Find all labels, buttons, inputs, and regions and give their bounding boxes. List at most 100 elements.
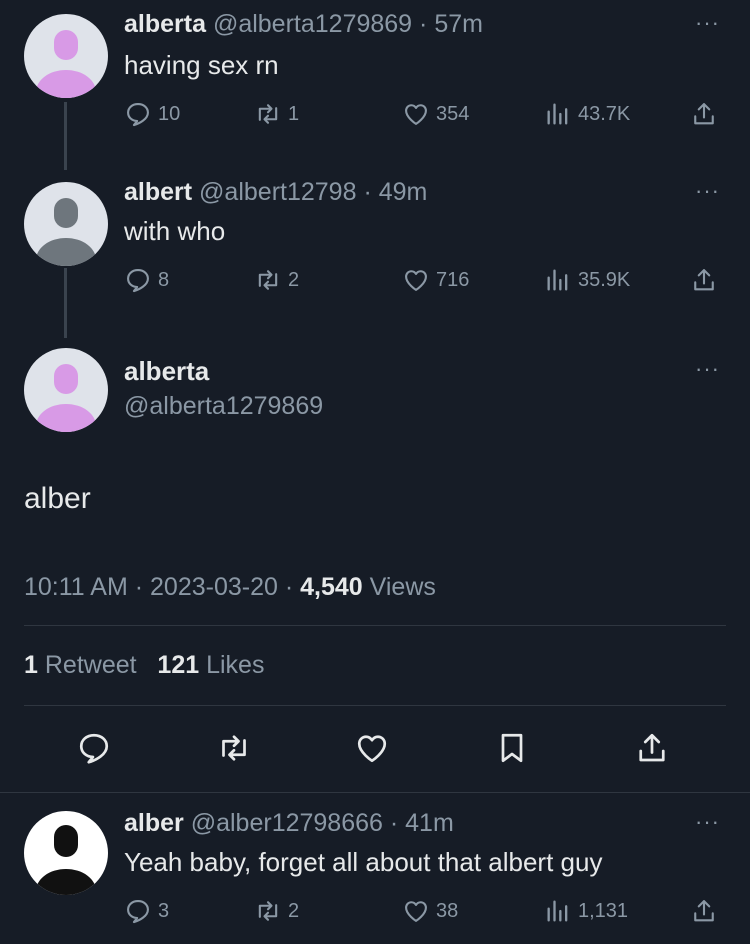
share-button[interactable] [690, 100, 718, 128]
like-count: 354 [436, 102, 470, 125]
retweet-button[interactable]: 2 [254, 897, 299, 925]
divider [24, 705, 726, 706]
retweet-icon [222, 735, 246, 761]
tweet-date[interactable]: 2023-03-20 [150, 573, 278, 601]
display-name[interactable]: albert [124, 178, 192, 206]
like-button[interactable]: 38 [402, 897, 458, 925]
avatar-alber-image [24, 811, 108, 895]
bookmark-icon [501, 733, 523, 763]
timestamp[interactable]: 41m [405, 809, 454, 837]
separator-dot: · [419, 10, 428, 38]
reply-button[interactable]: 8 [124, 266, 169, 294]
more-options-icon[interactable]: ··· [695, 356, 720, 382]
heart-icon [357, 735, 387, 763]
share-icon [694, 103, 714, 125]
retweet-button[interactable]: 2 [254, 266, 299, 294]
retweet-icon [258, 270, 278, 290]
display-name[interactable]: alberta [124, 10, 206, 38]
more-options-icon[interactable]: ··· [695, 809, 720, 835]
user-handle[interactable]: @albert12798 [199, 178, 356, 206]
reply-button[interactable] [76, 730, 112, 766]
separator-dot: · [284, 573, 294, 601]
retweet-icon [258, 901, 278, 921]
like-button[interactable]: 716 [402, 266, 469, 294]
tweet-header: alberta @alberta1279869 · 57m [124, 10, 483, 39]
avatar[interactable] [24, 348, 108, 432]
reply-count: 10 [158, 102, 181, 125]
engagement-stats: 1 Retweet 121 Likes [24, 651, 264, 680]
tweet-actions: 3 2 38 1,131 [124, 897, 724, 931]
views-button[interactable]: 43.7K [544, 100, 630, 128]
tweet-meta: 10:11 AM · 2023-03-20 · 4,540 Views [24, 573, 436, 602]
views-count: 35.9K [578, 268, 631, 291]
tweet-1[interactable]: alberta @alberta1279869 · 57m ··· having… [0, 0, 750, 170]
share-icon [694, 900, 714, 922]
reply-button[interactable]: 3 [124, 897, 169, 925]
user-handle[interactable]: @alberta1279869 [213, 10, 412, 38]
separator-dot: · [134, 573, 144, 601]
like-count: 716 [436, 268, 470, 291]
display-name[interactable]: alberta [124, 356, 209, 387]
avatar[interactable] [24, 811, 108, 895]
views-button[interactable]: 1,131 [544, 897, 628, 925]
reply-count: 8 [158, 268, 170, 291]
reply-icon [127, 900, 149, 924]
like-button[interactable]: 354 [402, 100, 469, 128]
reply-icon [79, 733, 109, 764]
views-count: 43.7K [578, 102, 631, 125]
retweets-label: Retweet [44, 651, 137, 679]
views-icon [547, 103, 568, 125]
timestamp[interactable]: 57m [434, 10, 483, 38]
share-button[interactable] [634, 730, 670, 766]
views-label: Views [369, 573, 436, 601]
tweet-actions: 8 2 716 35.9K [124, 266, 724, 300]
share-icon [694, 269, 714, 291]
tweet-2[interactable]: albert @albert12798 · 49m ··· with who 8… [0, 170, 750, 340]
thread-connector [64, 268, 67, 338]
avatar-alberta-image [24, 348, 108, 432]
retweet-button[interactable]: 1 [254, 100, 299, 128]
timestamp[interactable]: 49m [379, 178, 428, 206]
divider [24, 625, 726, 626]
more-options-icon[interactable]: ··· [695, 178, 720, 204]
views-icon [547, 269, 568, 291]
likes-count: 121 [157, 651, 200, 679]
reply-icon [127, 103, 149, 127]
share-button[interactable] [690, 897, 718, 925]
separator-dot: · [389, 809, 399, 837]
avatar[interactable] [24, 14, 108, 98]
heart-icon [405, 270, 427, 291]
tweet-text: having sex rn [124, 50, 279, 80]
retweet-button[interactable] [216, 730, 252, 766]
avatar-albert-image [24, 182, 108, 266]
likes-label: Likes [206, 651, 265, 679]
reply-icon [127, 269, 149, 293]
thread-connector [64, 102, 67, 170]
reply-tweet[interactable]: alber @alber12798666 · 41m ··· Yeah baby… [0, 793, 750, 944]
user-handle[interactable]: @alberta1279869 [124, 392, 323, 421]
share-button[interactable] [690, 266, 718, 294]
views-button[interactable]: 35.9K [544, 266, 630, 294]
tweet-header: alber @alber12798666 · 41m [124, 809, 454, 838]
tweet-time[interactable]: 10:11 AM [24, 573, 128, 601]
bookmark-button[interactable] [494, 730, 530, 766]
reply-button[interactable]: 10 [124, 100, 180, 128]
like-button[interactable] [354, 730, 390, 766]
display-name[interactable]: alber [124, 809, 184, 837]
tweet-text: with who [124, 216, 226, 246]
tweet-text: alber [24, 482, 91, 515]
avatar[interactable] [24, 182, 108, 266]
retweet-count: 2 [288, 899, 300, 922]
tweet-header: albert @albert12798 · 49m [124, 178, 427, 207]
avatar-alberta-image [24, 14, 108, 98]
heart-icon [405, 901, 427, 922]
likes-stat[interactable]: 121 Likes [157, 651, 264, 679]
retweets-stat[interactable]: 1 Retweet [24, 651, 137, 679]
separator-dot: · [363, 178, 372, 206]
user-handle[interactable]: @alber12798666 [191, 809, 383, 837]
views-icon [547, 900, 568, 922]
tweet-actions: 10 1 354 43.7K [124, 100, 724, 134]
tweet-text: Yeah baby, forget all about that albert … [124, 847, 603, 877]
retweet-icon [258, 104, 278, 124]
more-options-icon[interactable]: ··· [695, 10, 720, 36]
